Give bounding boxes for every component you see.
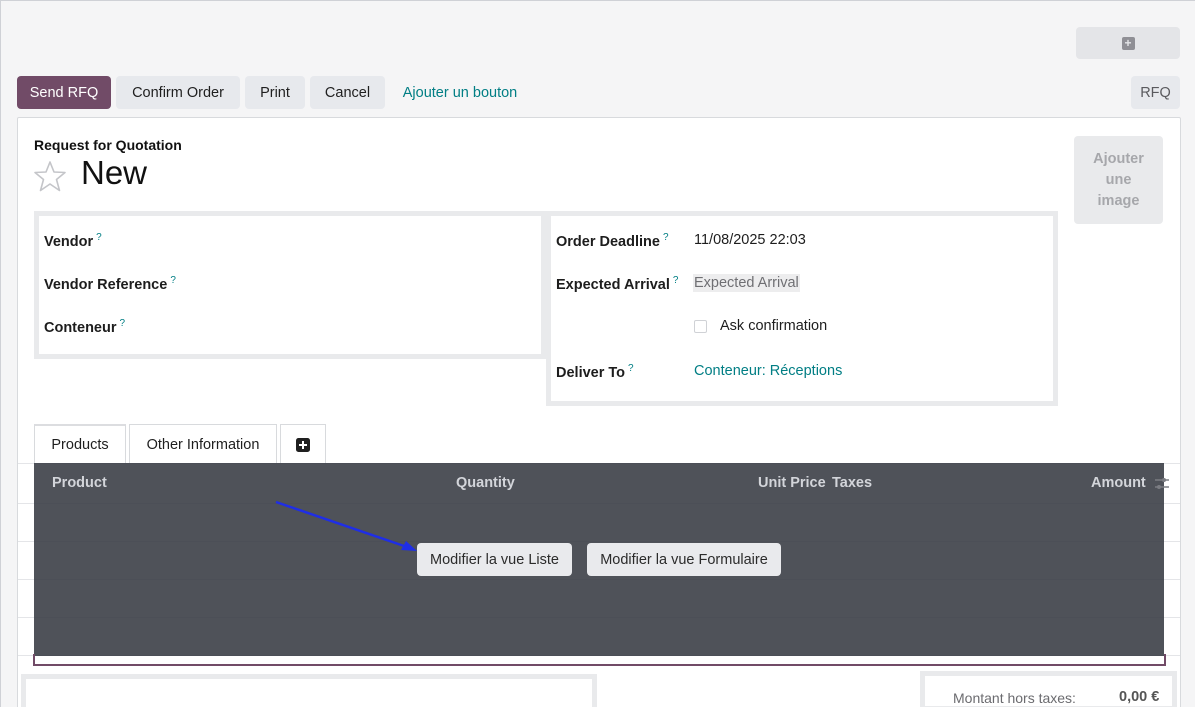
vendor-reference-label: Vendor Reference? — [44, 275, 176, 293]
list-focus-border — [33, 654, 1166, 666]
expected-arrival-label: Expected Arrival? — [556, 275, 679, 293]
tab-products[interactable]: Products — [34, 424, 126, 464]
help-icon[interactable]: ? — [96, 232, 102, 243]
image-placeholder-line: image — [1097, 192, 1140, 209]
conteneur-field[interactable] — [191, 311, 531, 341]
column-header-amount[interactable]: Amount — [1091, 475, 1146, 491]
tab-add[interactable] — [280, 424, 326, 464]
help-icon[interactable]: ? — [673, 275, 679, 286]
untaxed-amount-value: 0,00 € — [1119, 689, 1160, 705]
ask-confirmation-checkbox[interactable] — [694, 320, 707, 333]
vendor-label: Vendor? — [44, 232, 102, 250]
confirm-order-button[interactable]: Confirm Order — [116, 76, 240, 109]
help-icon[interactable]: ? — [628, 363, 634, 374]
star-outline-icon[interactable] — [33, 159, 67, 193]
order-deadline-label: Order Deadline? — [556, 232, 669, 250]
document-type-label: Request for Quotation — [34, 137, 182, 153]
arrow-annotation-icon — [275, 500, 417, 551]
column-header-quantity[interactable]: Quantity — [456, 475, 515, 491]
print-button[interactable]: Print — [245, 76, 305, 109]
deliver-to-link[interactable]: Conteneur: Réceptions — [694, 363, 842, 379]
sliders-icon[interactable] — [1154, 476, 1170, 491]
expected-arrival-input[interactable]: Expected Arrival — [693, 274, 800, 292]
image-placeholder-line: une — [1105, 171, 1132, 188]
help-icon[interactable]: ? — [663, 232, 669, 243]
ask-confirmation-label: Ask confirmation — [720, 318, 828, 334]
tab-label: Products — [51, 437, 109, 453]
send-rfq-button[interactable]: Send RFQ — [17, 76, 111, 109]
vendor-reference-field[interactable] — [191, 268, 531, 298]
record-title: New — [81, 154, 148, 191]
edit-list-view-button[interactable]: Modifier la vue Liste — [417, 543, 572, 576]
plus-square-icon: + — [1121, 36, 1135, 50]
terms-notes-field[interactable] — [21, 674, 597, 707]
untaxed-amount-label: Montant hors taxes: — [953, 690, 1076, 706]
conteneur-label: Conteneur? — [44, 318, 126, 336]
column-header-product[interactable]: Product — [52, 475, 107, 491]
image-placeholder-line: Ajouter — [1093, 150, 1144, 167]
add-top-button[interactable]: + — [1076, 27, 1180, 59]
tab-other-information[interactable]: Other Information — [129, 424, 277, 464]
column-header-unit-price[interactable]: Unit Price — [758, 475, 826, 491]
tab-label: Other Information — [146, 436, 260, 453]
add-image-placeholder[interactable]: Ajouter une image — [1074, 136, 1163, 224]
order-deadline-input[interactable]: 11/08/2025 22:03 — [694, 232, 806, 248]
plus-square-icon — [296, 437, 310, 452]
cancel-button[interactable]: Cancel — [310, 76, 385, 109]
help-icon[interactable]: ? — [120, 318, 126, 329]
deliver-to-label: Deliver To? — [556, 363, 634, 381]
vendor-field[interactable] — [191, 225, 531, 255]
column-header-taxes[interactable]: Taxes — [832, 475, 872, 491]
status-rfq-button[interactable]: RFQ — [1131, 76, 1180, 109]
edit-form-view-button[interactable]: Modifier la vue Formulaire — [587, 543, 781, 576]
add-button-link[interactable]: Ajouter un bouton — [391, 76, 529, 109]
help-icon[interactable]: ? — [170, 275, 176, 286]
